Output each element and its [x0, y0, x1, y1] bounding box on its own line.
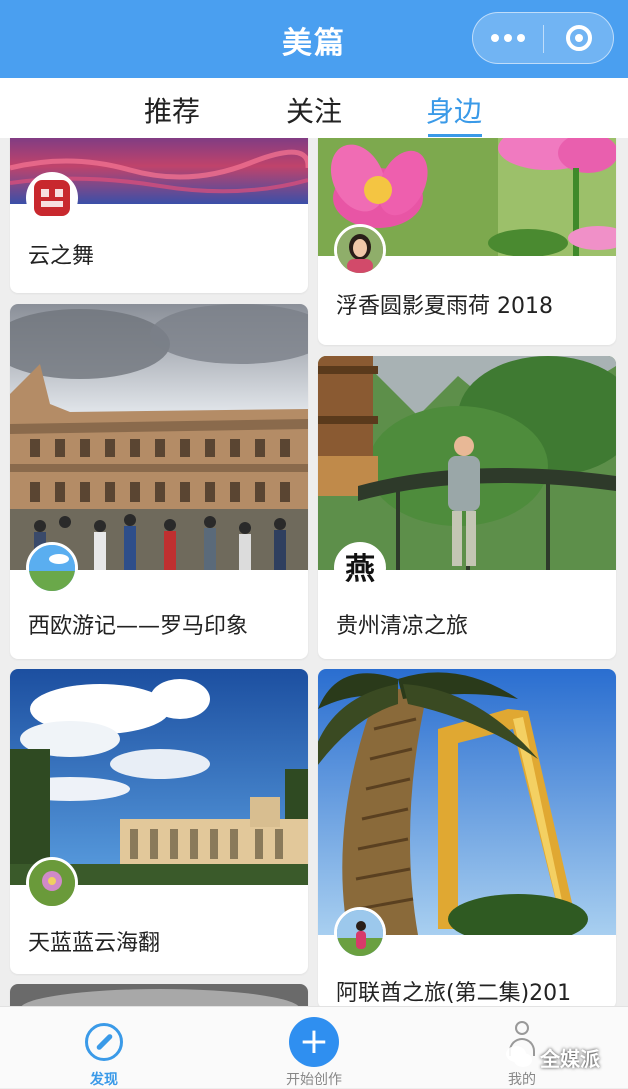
tab-bar: 推荐 关注 身边 — [0, 78, 628, 138]
author-avatar[interactable] — [334, 907, 386, 959]
article-cover-image — [318, 356, 616, 570]
nav-create[interactable]: + 开始创作 — [264, 1007, 364, 1089]
plus-icon: + — [289, 1017, 339, 1067]
more-options-button[interactable] — [473, 13, 543, 63]
woman-field-avatar-icon — [337, 910, 383, 956]
target-icon — [566, 25, 592, 51]
active-tab-indicator — [428, 134, 482, 137]
flower-avatar-icon — [29, 860, 75, 906]
tab-follow[interactable]: 关注 — [286, 90, 342, 130]
miniprogram-capsule — [472, 12, 614, 64]
article-title: 天蓝蓝云海翻 — [28, 931, 161, 956]
author-avatar[interactable] — [26, 172, 78, 224]
tab-recommend[interactable]: 推荐 — [144, 90, 200, 130]
calligraphy-avatar-icon: 燕 — [337, 545, 383, 591]
more-dots-icon — [491, 34, 499, 42]
article-card[interactable]: 天蓝蓝云海翻 — [10, 669, 308, 974]
article-cover-image — [10, 984, 308, 1006]
woman-avatar-icon — [337, 227, 383, 273]
article-card[interactable]: 云之舞 — [10, 138, 308, 293]
title-bar: 美篇 — [0, 0, 628, 78]
article-title: 西欧游记——罗马印象 — [28, 614, 249, 639]
nav-discover[interactable]: 发现 — [54, 1007, 154, 1089]
article-card[interactable]: 阿联酋之旅(第二集)201 — [318, 669, 616, 1006]
article-cover-image — [10, 669, 308, 885]
author-avatar[interactable] — [26, 857, 78, 909]
article-card[interactable]: 西欧游记——罗马印象 — [10, 304, 308, 659]
nav-create-label: 开始创作 — [286, 1072, 342, 1088]
nav-mine-label: 我的 — [508, 1072, 536, 1088]
article-title: 贵州清凉之旅 — [336, 614, 469, 639]
compass-icon — [85, 1023, 123, 1061]
article-cover-image — [10, 304, 308, 570]
article-title: 阿联酋之旅(第二集)201 — [336, 981, 572, 1006]
tab-nearby[interactable]: 身边 — [426, 90, 482, 130]
watermark: 全媒派 — [504, 1042, 600, 1072]
wechat-logo-icon — [506, 1046, 532, 1067]
close-miniprogram-button[interactable] — [544, 13, 614, 63]
avatar-char: 燕 — [345, 552, 375, 587]
author-avatar[interactable]: 燕 — [334, 542, 386, 594]
article-card[interactable]: 燕 贵州清凉之旅 — [318, 356, 616, 659]
watermark-text: 全媒派 — [540, 1046, 600, 1071]
article-cover-image — [318, 669, 616, 935]
article-title: 浮香圆影夏雨荷 2018 — [336, 294, 553, 319]
article-feed[interactable]: 云之舞 浮香圆影夏雨荷 2018 西欧游记——罗马印象 燕 贵州清凉之旅 天蓝蓝… — [0, 138, 628, 1006]
seal-avatar-icon — [34, 180, 70, 216]
nav-discover-label: 发现 — [90, 1072, 118, 1088]
article-card[interactable]: 浮香圆影夏雨荷 2018 — [318, 138, 616, 345]
author-avatar[interactable] — [334, 224, 386, 276]
article-title: 云之舞 — [28, 244, 95, 269]
article-card[interactable] — [10, 984, 308, 1006]
author-avatar[interactable] — [26, 542, 78, 594]
landscape-avatar-icon — [29, 545, 75, 591]
